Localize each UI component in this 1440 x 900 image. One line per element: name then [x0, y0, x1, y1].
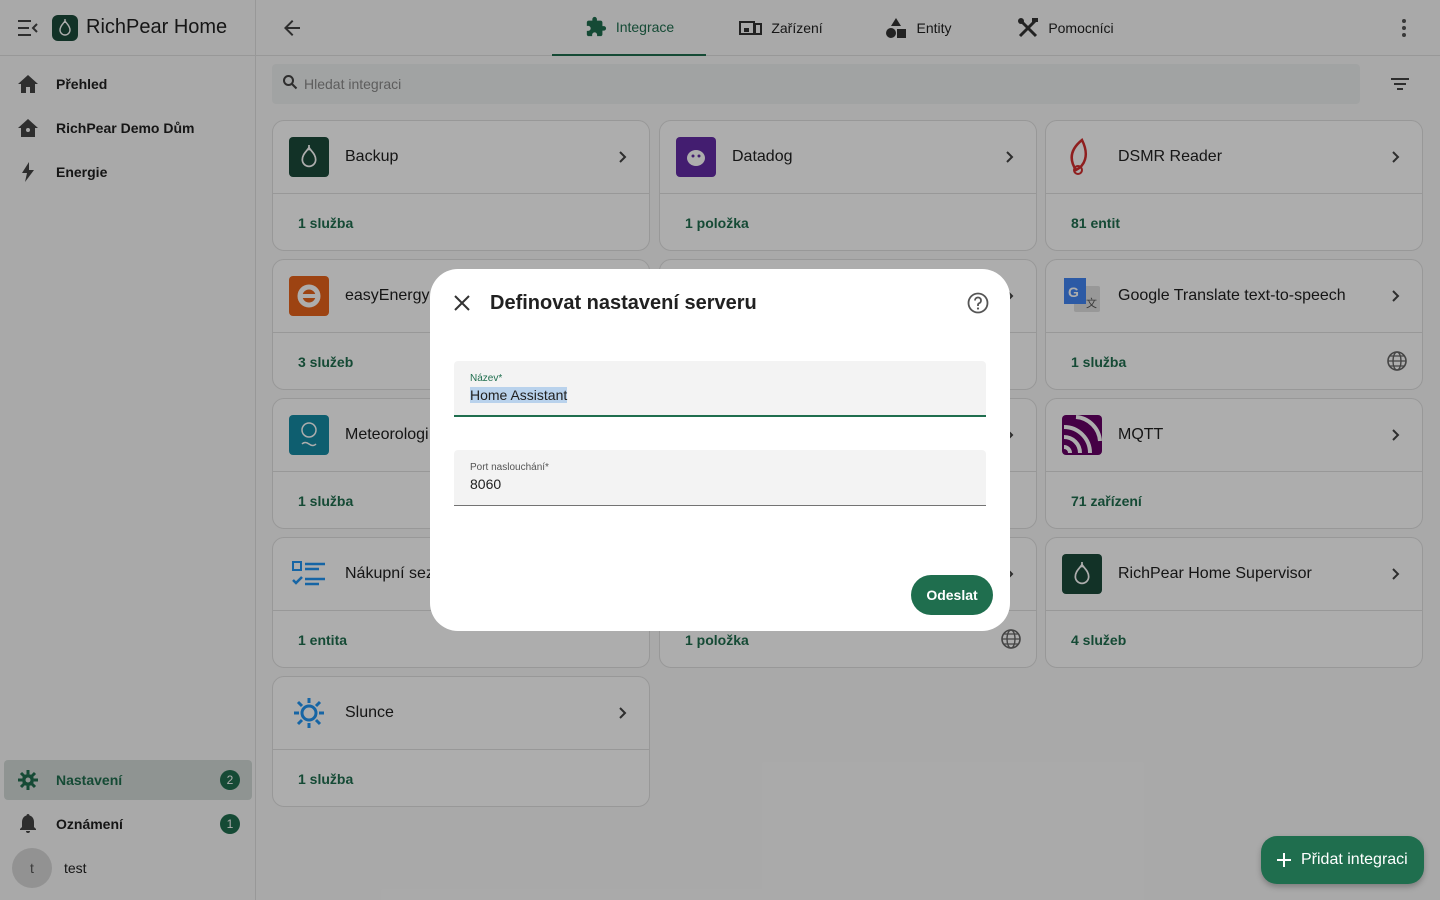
- plus-icon: [1273, 849, 1295, 871]
- dialog-title: Definovat nastavení serveru: [490, 292, 757, 314]
- submit-button[interactable]: Odeslat: [911, 575, 993, 615]
- port-field[interactable]: Port naslouchání* 8060: [454, 450, 986, 506]
- add-integration-button[interactable]: Přidat integraci: [1261, 836, 1424, 884]
- name-field-value[interactable]: Home Assistant: [470, 387, 568, 403]
- name-field[interactable]: Název* Home Assistant: [454, 361, 986, 417]
- close-icon[interactable]: [450, 291, 474, 315]
- name-field-label: Název*: [470, 373, 503, 384]
- help-icon[interactable]: [966, 291, 990, 315]
- port-field-label: Port naslouchání*: [470, 462, 549, 473]
- add-integration-label: Přidat integraci: [1301, 851, 1408, 868]
- server-settings-dialog: Definovat nastavení serveru Název* Home …: [430, 269, 1010, 631]
- port-field-value[interactable]: 8060: [470, 476, 501, 492]
